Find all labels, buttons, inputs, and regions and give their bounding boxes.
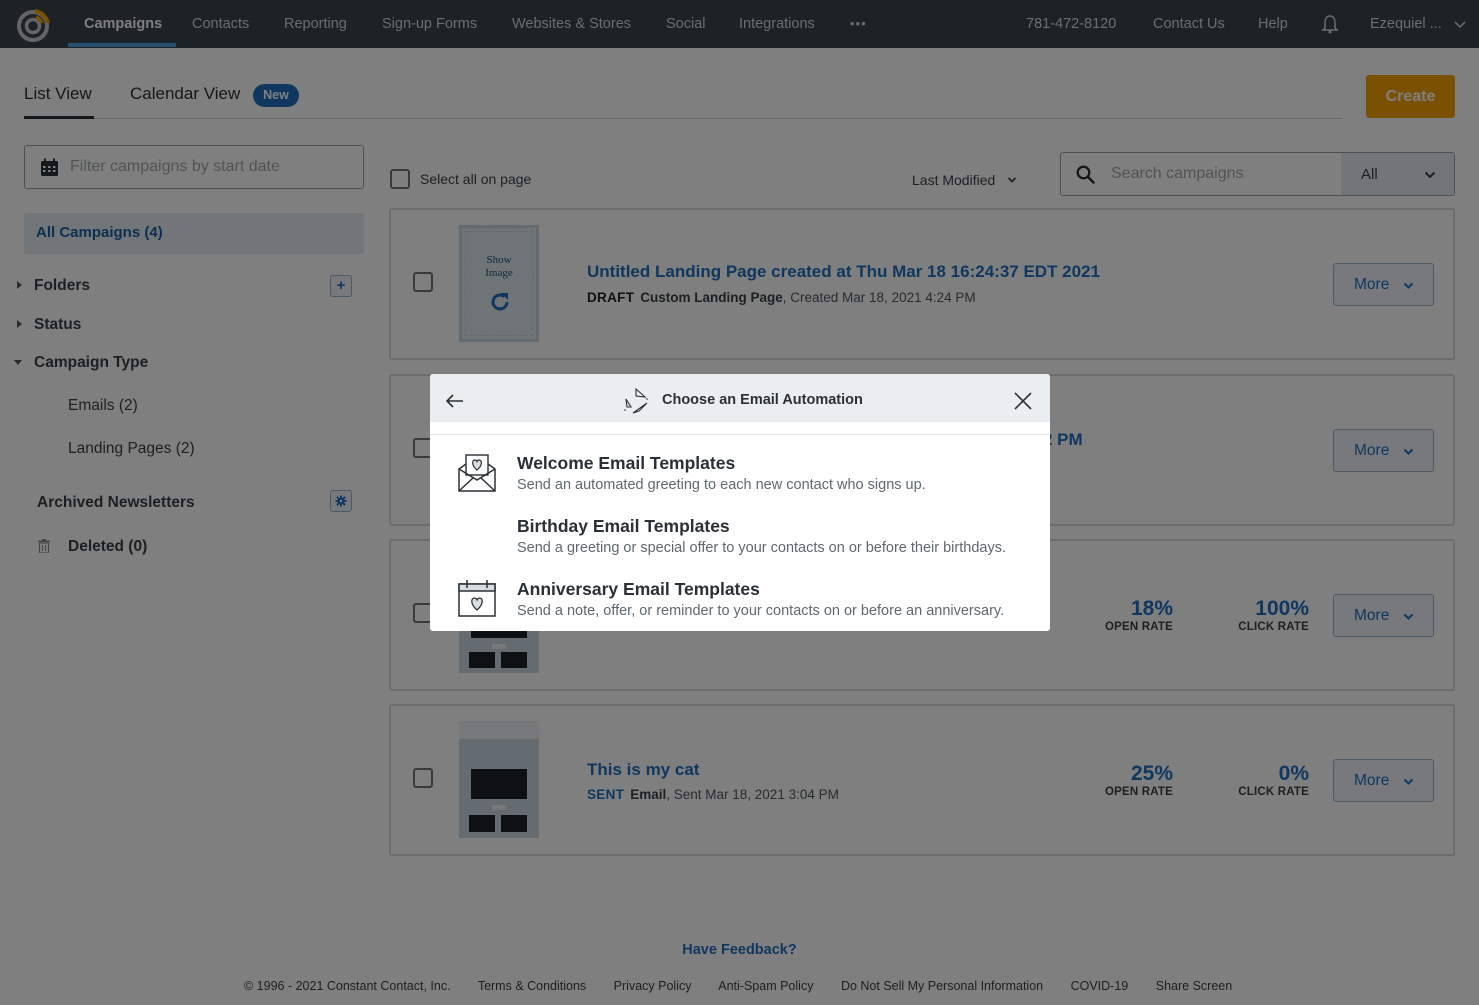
paper-planes-icon [624,387,648,414]
anniversary-email-option[interactable]: Anniversary Email Templates Send a note,… [430,568,1050,630]
modal-header: Choose an Email Automation [430,374,1050,435]
option-title: Birthday Email Templates [517,516,730,536]
birthday-email-option[interactable]: Birthday Email Templates Send a greeting… [430,505,1050,567]
envelope-heart-icon [458,454,496,492]
email-automation-modal: Choose an Email Automation Welcome Email… [430,374,1050,631]
calendar-heart-icon [458,580,496,617]
option-title: Welcome Email Templates [517,453,736,473]
option-description: Send an automated greeting to each new c… [517,477,926,493]
welcome-email-option[interactable]: Welcome Email Templates Send an automate… [430,442,1050,504]
close-icon[interactable] [1013,391,1033,411]
option-title: Anniversary Email Templates [517,579,760,599]
option-description: Send a note, offer, or reminder to your … [517,603,1005,619]
option-description: Send a greeting or special offer to your… [517,540,1006,556]
modal-header-divider [430,434,1050,435]
modal-title: Choose an Email Automation [662,392,863,408]
back-arrow-icon[interactable] [445,391,465,411]
